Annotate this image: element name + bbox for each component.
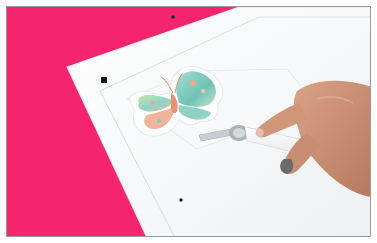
mat-dot-bottom bbox=[179, 198, 183, 202]
mat-dot-top bbox=[171, 15, 175, 19]
mat-corner-mark bbox=[101, 77, 107, 83]
photo bbox=[7, 7, 370, 236]
photo-frame bbox=[6, 6, 371, 237]
